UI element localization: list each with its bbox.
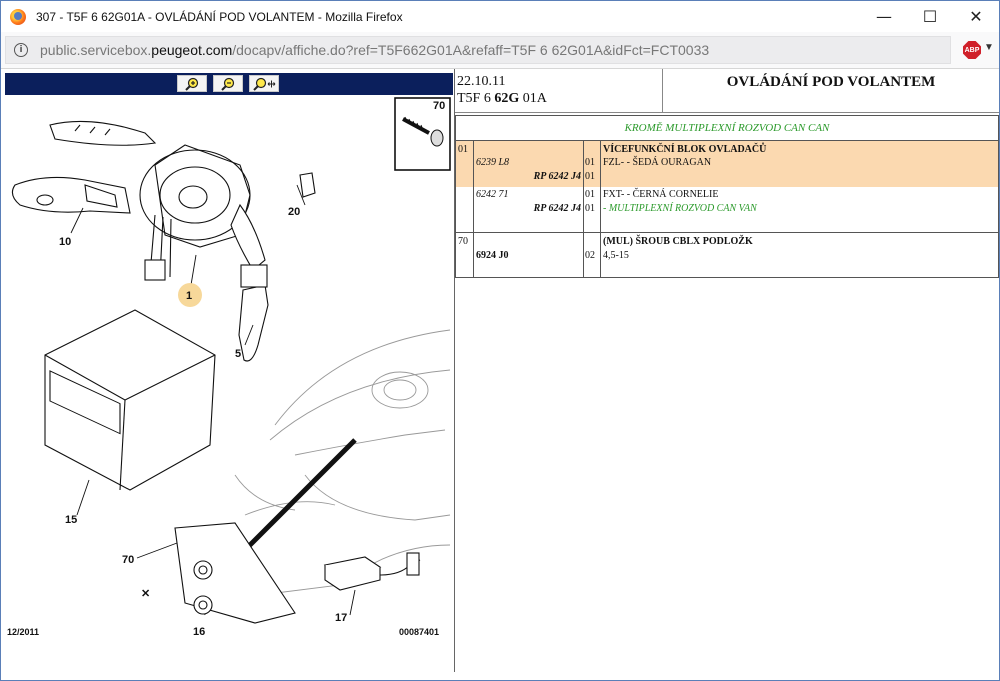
part-reference[interactable]: 6924 J0 [476, 250, 509, 262]
item-number: 70 [458, 236, 468, 247]
part-description: VÍCEFUNKČNÍ BLOK OVLADAČŮ [603, 144, 767, 155]
adblock-plus-icon[interactable]: ABP [963, 41, 981, 59]
doc-title: OVLÁDÁNÍ POD VOLANTEM [726, 74, 936, 90]
part-group-70: 70 (MUL) ŠROUB CBLX PODLOŽK 6924 J0 02 4… [456, 233, 998, 277]
firefox-logo-icon [10, 8, 26, 25]
window-title: 307 - T5F 6 62G01A - OVLÁDÁNÍ POD VOLANT… [36, 9, 403, 24]
drawing-pane: 70 20 10 1 5 15 70 ✕ 16 17 12/2011 00087… [5, 73, 453, 670]
part-condition-note: - MULTIPLEXNÍ ROZVOD CAN VAN [603, 203, 757, 214]
zoom-fit-icon [253, 77, 276, 91]
zoom-toolbar [5, 73, 453, 95]
site-info-icon[interactable]: i [14, 43, 28, 57]
screw-marker-x: ✕ [141, 588, 150, 600]
part-quantity: 01 [585, 203, 595, 214]
replacement-reference[interactable]: RP 6242 J4 [476, 171, 581, 183]
url-toolbar: i public.servicebox.peugeot.com/docapv/a… [1, 32, 999, 69]
zoom-out-button[interactable] [213, 75, 243, 92]
part-17-drawing [323, 552, 421, 591]
part-variant: 4,5-15 [603, 250, 629, 261]
minimize-button[interactable]: — [861, 1, 907, 32]
part-reference[interactable]: 6242 71 [476, 189, 509, 201]
item-number: 01 [458, 144, 468, 155]
parts-table: KROMĚ MULTIPLEXNÍ ROZVOD CAN CAN 01 VÍCE… [455, 115, 999, 278]
part-quantity: 01 [585, 157, 595, 168]
callout-70-bottom: 70 [122, 554, 134, 566]
drawing-date: 12/2011 [7, 627, 40, 637]
part-15-drawing [44, 309, 216, 491]
part-description: (MUL) ŠROUB CBLX PODLOŽK [603, 236, 753, 247]
replacement-reference[interactable]: RP 6242 J4 [476, 203, 581, 215]
zoom-fit-button[interactable] [249, 75, 279, 92]
callout-5: 5 [235, 348, 241, 360]
part-group-01: 01 VÍCEFUNKČNÍ BLOK OVLADAČŮ 6239 L8 01 … [456, 141, 998, 233]
callout-20: 20 [288, 206, 300, 218]
drawing-number: 00087401 [399, 627, 440, 637]
callout-17: 17 [335, 612, 347, 624]
exploded-parts-diagram: 70 20 10 1 5 15 70 ✕ 16 17 [11, 97, 451, 638]
location-arrow [243, 438, 357, 552]
callout-10: 10 [59, 236, 71, 248]
title-bar: 307 - T5F 6 62G01A - OVLÁDÁNÍ POD VOLANT… [1, 1, 999, 32]
callout-15: 15 [65, 514, 77, 526]
part-quantity: 01 [585, 171, 595, 182]
callout-16: 16 [193, 626, 205, 638]
zoom-in-button[interactable] [177, 75, 207, 92]
part-reference[interactable]: 6239 L8 [476, 157, 509, 169]
callout-70-top: 70 [433, 100, 445, 112]
address-bar[interactable]: i public.servicebox.peugeot.com/docapv/a… [5, 36, 951, 64]
close-button[interactable]: ✕ [953, 1, 999, 32]
part-quantity: 02 [585, 250, 595, 261]
lever-10-drawing [11, 176, 131, 214]
part-16-drawing [174, 522, 296, 624]
doc-reference: T5F 6 62G 01A [457, 91, 547, 106]
browser-window: 307 - T5F 6 62G01A - OVLÁDÁNÍ POD VOLANT… [0, 0, 1000, 681]
zoom-in-icon [185, 77, 199, 91]
doc-date: 22.10.11 [457, 74, 506, 89]
lever-5-drawing [238, 264, 269, 362]
part-variant: FZL- - ŠEDÁ OURAGAN [603, 157, 712, 168]
condition-row: KROMĚ MULTIPLEXNÍ ROZVOD CAN CAN [456, 116, 998, 141]
maximize-button[interactable]: ☐ [907, 1, 953, 32]
doc-header: 22.10.11 T5F 6 62G 01A OVLÁDÁNÍ POD VOLA… [455, 69, 999, 113]
adblock-menu-caret-icon[interactable]: ▼ [984, 42, 994, 53]
callout-1: 1 [186, 290, 192, 302]
part-quantity: 01 [585, 189, 595, 200]
zoom-out-icon [221, 77, 235, 91]
part-variant: FXT- - ČERNÁ CORNELIE [603, 189, 719, 200]
url-text[interactable]: public.servicebox.peugeot.com/docapv/aff… [40, 42, 709, 58]
